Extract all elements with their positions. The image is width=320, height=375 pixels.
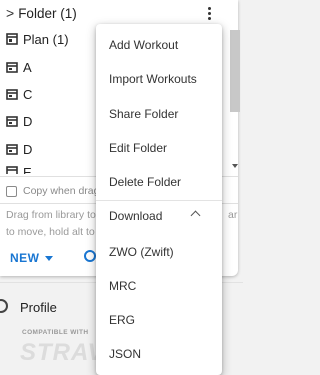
drag-hint-line1-end: ar (228, 209, 238, 221)
drag-hint-line2: to move, hold alt to (6, 226, 95, 238)
folder-context-menu: Add Workout Import Workouts Share Folder… (96, 24, 222, 375)
compatible-with-text: COMPATIBLE WITH (22, 329, 89, 336)
calendar-icon (6, 62, 18, 73)
copy-when-drag-option[interactable]: Copy when drag (6, 185, 99, 197)
tree-item-label: A (23, 59, 32, 75)
menu-item-add-workout[interactable]: Add Workout (96, 28, 222, 62)
menu-item-erg[interactable]: ERG (96, 303, 222, 337)
tree-item-workout[interactable]: D (6, 140, 32, 158)
tree-item-workout[interactable]: A (6, 58, 32, 76)
download-label: Download (109, 209, 163, 223)
menu-item-json[interactable]: JSON (96, 337, 222, 371)
scrollbar[interactable] (230, 22, 240, 174)
calendar-icon (6, 116, 18, 127)
calendar-icon (6, 144, 18, 155)
more-options-icon[interactable] (202, 4, 216, 22)
menu-item-mrc[interactable]: MRC (96, 269, 222, 303)
calendar-icon (6, 166, 18, 174)
tree-item-label: Plan (1) (23, 31, 69, 47)
tree-item-label: D (23, 141, 33, 157)
copy-when-drag-label: Copy when drag (23, 185, 100, 197)
profile-label: Profile (20, 300, 57, 315)
tree-item-label: E (23, 165, 32, 174)
plan-icon (6, 33, 18, 45)
caret-down-icon (44, 255, 53, 261)
tree-item-plan[interactable]: Plan (1) (6, 30, 69, 48)
folder-title: Folder (1) (18, 5, 77, 21)
scroll-down-icon[interactable] (232, 164, 238, 168)
tree-item-workout[interactable]: C (6, 85, 32, 103)
scrollbar-thumb[interactable] (230, 30, 240, 112)
menu-item-import-workouts[interactable]: Import Workouts (96, 62, 222, 96)
menu-item-download[interactable]: Download (96, 199, 222, 233)
chevron-up-icon (190, 210, 201, 221)
new-button[interactable]: NEW (10, 251, 53, 265)
menu-item-delete-folder[interactable]: Delete Folder (96, 165, 222, 199)
new-button-label: NEW (10, 251, 40, 265)
drag-hint-line1: Drag from library to (6, 209, 96, 221)
menu-item-share-folder[interactable]: Share Folder (96, 97, 222, 131)
tree-item-workout[interactable]: D (6, 112, 32, 130)
chevron-right-icon: > (6, 5, 15, 21)
tree-item-workout[interactable]: E (6, 165, 32, 174)
profile-icon (0, 299, 8, 313)
copy-when-drag-checkbox[interactable] (6, 185, 17, 197)
menu-item-edit-folder[interactable]: Edit Folder (96, 131, 222, 165)
menu-item-zwo[interactable]: ZWO (Zwift) (96, 235, 222, 269)
search-icon[interactable] (84, 250, 96, 262)
tree-item-label: C (23, 86, 33, 102)
tree-item-label: D (23, 113, 33, 129)
calendar-icon (6, 89, 18, 100)
folder-header[interactable]: > Folder (1) (6, 3, 77, 23)
